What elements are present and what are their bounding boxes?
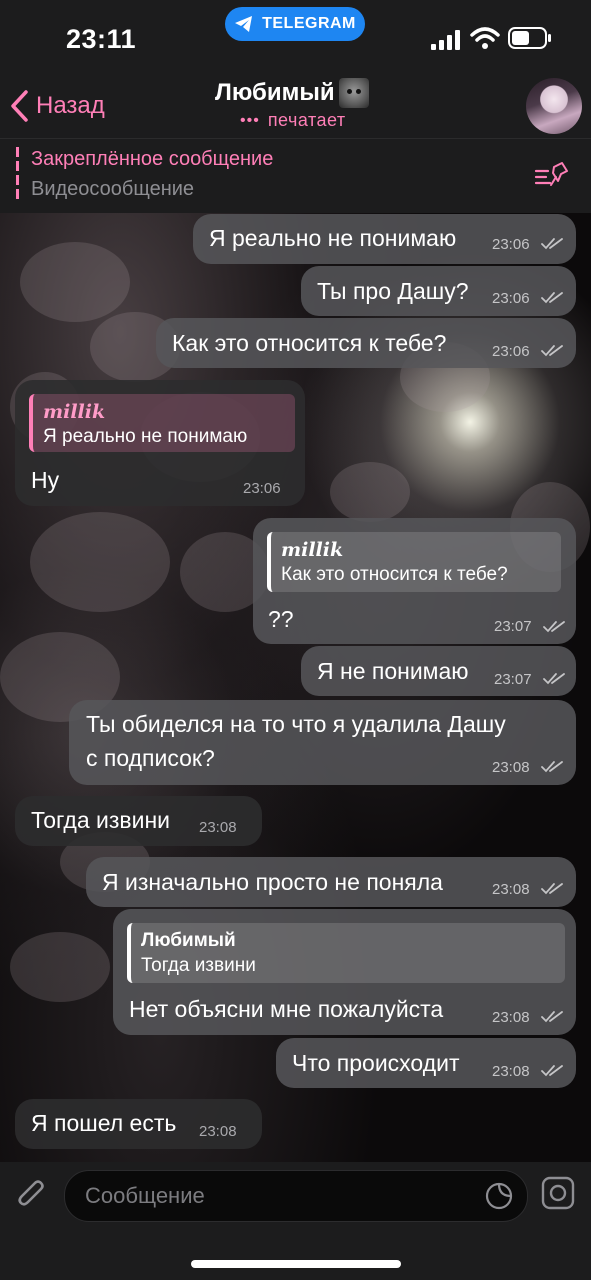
message-time: 23:08 <box>492 1063 530 1080</box>
message-time: 23:08 <box>199 819 237 836</box>
telegram-icon <box>235 16 253 32</box>
reply-quote[interactable]: millik Как это относится к тебе? <box>267 532 561 592</box>
status-time: 23:11 <box>66 24 137 54</box>
message-time: 23:07 <box>494 618 532 635</box>
pinned-message-bar[interactable]: Закреплённое сообщение Видеосообщение <box>0 138 591 213</box>
message-bubble[interactable]: Любимый Тогда извини Нет объясни мне пож… <box>113 909 576 1035</box>
back-button[interactable]: Назад <box>10 86 105 126</box>
typing-status: ••• печатает <box>240 110 346 131</box>
message-time: 23:08 <box>492 1009 530 1026</box>
reply-text: Как это относится к тебе? <box>281 564 508 585</box>
pinned-list-icon[interactable] <box>534 161 570 191</box>
contact-avatar[interactable] <box>526 78 582 134</box>
cat-emoji-icon <box>338 78 369 108</box>
message-bubble[interactable]: Как это относится к тебе? 23:06 <box>156 318 576 368</box>
telegram-pill-label: TELEGRAM <box>262 15 356 32</box>
message-bubble[interactable]: millik Как это относится к тебе? ?? 23:0… <box>253 518 576 644</box>
message-bubble[interactable]: Ты обиделся на то что я удалила Дашу с п… <box>69 700 576 785</box>
wifi-icon <box>470 27 500 49</box>
message-text: Ну <box>31 467 60 493</box>
pinned-subtitle: Видеосообщение <box>31 178 195 200</box>
message-text: ?? <box>268 606 294 632</box>
message-text-line2: с подписок? <box>86 745 215 771</box>
reply-author: Любимый <box>141 930 236 951</box>
typing-dots: ••• <box>240 111 260 129</box>
paperclip-icon[interactable] <box>16 1176 48 1212</box>
read-check-icon <box>543 673 565 685</box>
read-check-icon <box>543 621 565 633</box>
message-text: Ты про Дашу? <box>317 278 469 304</box>
read-check-icon <box>541 238 563 250</box>
message-bubble[interactable]: Я изначально просто не поняла 23:08 <box>86 857 576 907</box>
message-input-placeholder: Сообщение <box>85 1183 205 1208</box>
message-time: 23:06 <box>492 236 530 253</box>
message-text: Я пошел есть <box>31 1110 177 1136</box>
message-time: 23:07 <box>494 671 532 688</box>
chevron-left-icon <box>11 90 28 122</box>
message-text: Я реально не понимаю <box>209 225 457 251</box>
reply-author: millik <box>281 539 344 561</box>
sticker-icon[interactable] <box>485 1182 513 1210</box>
read-check-icon <box>541 883 563 895</box>
signal-icon <box>431 30 460 50</box>
message-text: Что происходит <box>292 1050 460 1076</box>
message-bubble[interactable]: Тогда извини 23:08 <box>15 796 262 846</box>
reply-quote[interactable]: Любимый Тогда извини <box>127 923 565 983</box>
message-bubble[interactable]: Я не понимаю 23:07 <box>301 646 576 696</box>
message-bubble[interactable]: millik Я реально не понимаю Ну 23:06 <box>15 380 305 506</box>
message-text-line1: Ты обиделся на то что я удалила Дашу <box>86 711 506 737</box>
composer-bar: Сообщение <box>0 1162 591 1280</box>
message-time: 23:08 <box>492 881 530 898</box>
telegram-pill[interactable]: TELEGRAM <box>225 7 365 41</box>
reply-text: Тогда извини <box>141 955 256 976</box>
message-text: Как это относится к тебе? <box>172 330 447 356</box>
read-check-icon <box>541 345 563 357</box>
read-check-icon <box>541 1065 563 1077</box>
reply-quote[interactable]: millik Я реально не понимаю <box>29 394 295 452</box>
chat-header: Назад Любимый ••• печатает <box>0 78 591 138</box>
message-input[interactable]: Сообщение <box>64 1170 528 1222</box>
chat-name: Любимый <box>215 79 335 106</box>
message-text: Нет объясни мне пожалуйста <box>129 996 444 1022</box>
typing-text: печатает <box>267 110 346 130</box>
chat-title[interactable]: Любимый <box>215 78 369 108</box>
home-indicator <box>191 1260 401 1268</box>
message-bubble[interactable]: Что происходит 23:08 <box>276 1038 576 1088</box>
message-text: Я изначально просто не поняла <box>102 869 443 895</box>
camera-icon[interactable] <box>541 1176 575 1210</box>
back-label: Назад <box>36 92 105 119</box>
message-time: 23:08 <box>199 1123 237 1140</box>
message-time: 23:06 <box>492 343 530 360</box>
pinned-indicator <box>16 147 19 203</box>
message-text: Тогда извини <box>31 807 171 833</box>
pinned-title: Закреплённое сообщение <box>31 148 274 170</box>
battery-icon <box>508 27 551 49</box>
message-text: Я не понимаю <box>317 658 469 684</box>
message-bubble[interactable]: Я реально не понимаю 23:06 <box>193 214 576 264</box>
read-check-icon <box>541 292 563 304</box>
message-bubble[interactable]: Ты про Дашу? 23:06 <box>301 266 576 316</box>
message-time: 23:08 <box>492 759 530 776</box>
read-check-icon <box>541 1011 563 1023</box>
message-time: 23:06 <box>492 290 530 307</box>
message-time: 23:06 <box>243 480 281 497</box>
reply-text: Я реально не понимаю <box>43 426 248 447</box>
message-bubble[interactable]: Я пошел есть 23:08 <box>15 1099 262 1149</box>
status-bar: 23:11 TELEGRAM <box>0 0 591 78</box>
reply-author: millik <box>43 401 106 423</box>
read-check-icon <box>541 761 563 773</box>
